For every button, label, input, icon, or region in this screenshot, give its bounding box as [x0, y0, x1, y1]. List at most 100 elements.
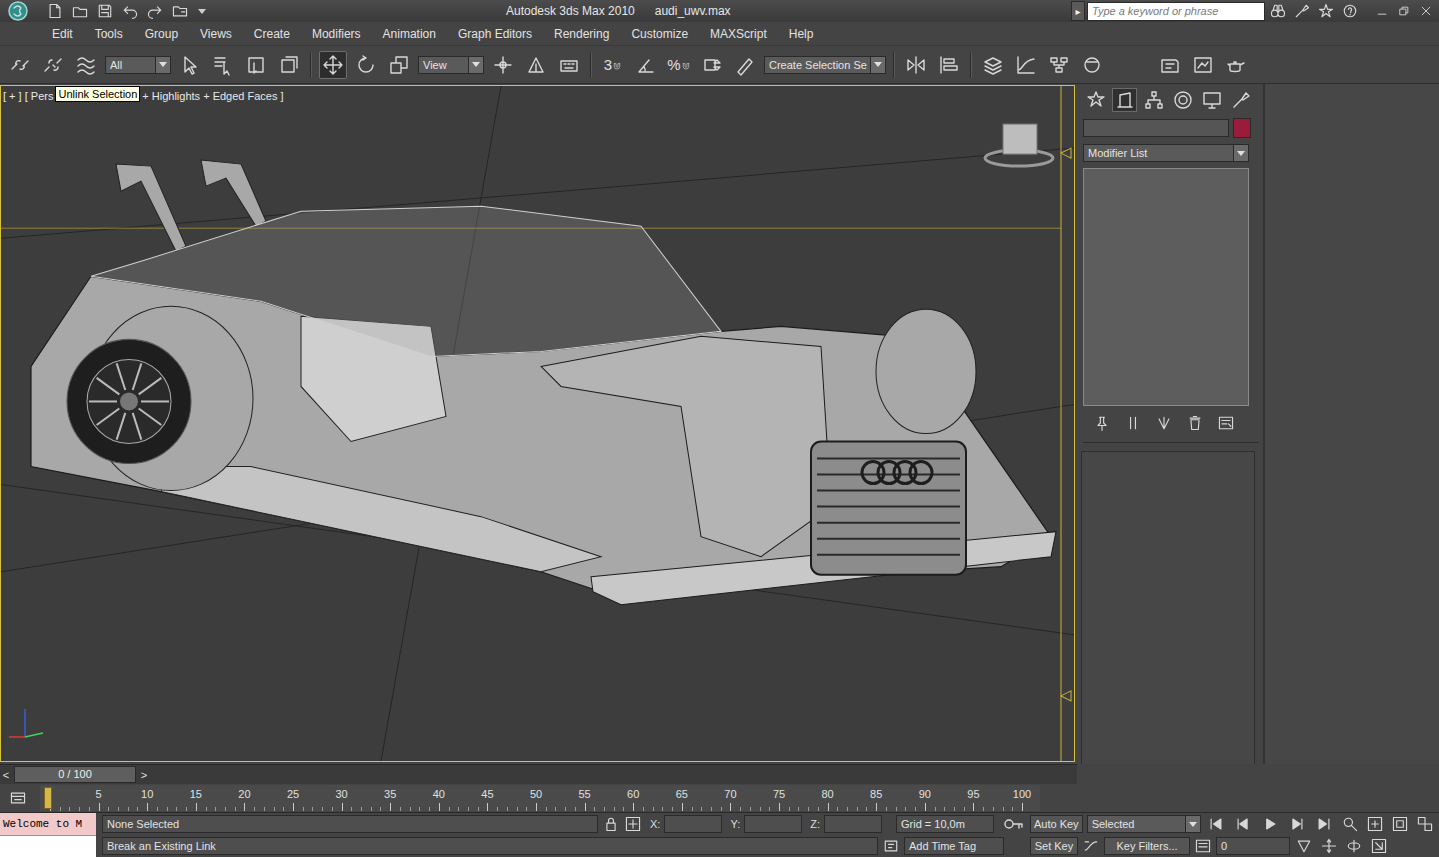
- snap-toggle-button[interactable]: 3: [599, 51, 627, 79]
- go-end-button[interactable]: [1313, 814, 1336, 834]
- next-frame-button[interactable]: >: [138, 769, 150, 781]
- time-slider-thumb[interactable]: <0 / 100>: [0, 766, 150, 783]
- pivot-button[interactable]: [489, 51, 517, 79]
- configure-button[interactable]: [1215, 413, 1237, 433]
- object-color-swatch[interactable]: [1233, 118, 1251, 138]
- current-frame-marker[interactable]: [44, 787, 52, 809]
- redo-button[interactable]: [144, 1, 166, 21]
- menu-item[interactable]: Views: [200, 27, 232, 41]
- bind-button[interactable]: [72, 51, 100, 79]
- undo-button[interactable]: [119, 1, 141, 21]
- frame-ruler[interactable]: 5101520253035404550556065707580859095100: [40, 785, 1040, 811]
- next-frame-button[interactable]: [1286, 814, 1309, 834]
- set-key-button[interactable]: Set Key: [1030, 837, 1078, 855]
- window-crossing-button[interactable]: [275, 51, 303, 79]
- menu-item[interactable]: Animation: [383, 27, 436, 41]
- viewcube-icon[interactable]: [985, 124, 1053, 166]
- show-end-result-button[interactable]: [1122, 413, 1144, 433]
- menu-item[interactable]: Rendering: [554, 27, 609, 41]
- named-selection-dropdown[interactable]: Create Selection Se: [764, 56, 886, 74]
- y-coordinate-field[interactable]: [744, 815, 802, 833]
- key-icon[interactable]: [1002, 813, 1024, 835]
- angle-snap-button[interactable]: [632, 51, 660, 79]
- search-field[interactable]: [1087, 2, 1265, 21]
- project-button[interactable]: [169, 1, 191, 21]
- rect-region-button[interactable]: [242, 51, 270, 79]
- trackbar-toggle-button[interactable]: [6, 787, 30, 809]
- app-logo-icon[interactable]: [0, 0, 36, 22]
- menu-item[interactable]: Create: [254, 27, 290, 41]
- schematic-button[interactable]: [1045, 51, 1073, 79]
- pan-button[interactable]: [1319, 836, 1340, 856]
- binoculars-button[interactable]: [1267, 1, 1289, 21]
- menu-item[interactable]: Customize: [631, 27, 688, 41]
- select-button[interactable]: [176, 51, 204, 79]
- move-button[interactable]: [319, 51, 347, 79]
- go-start-button[interactable]: [1205, 814, 1228, 834]
- add-time-tag-field[interactable]: Add Time Tag: [904, 837, 1004, 855]
- field-of-view-button[interactable]: [1294, 836, 1315, 856]
- time-slider[interactable]: <0 / 100>: [0, 764, 1077, 784]
- hierarchy-tab[interactable]: [1141, 88, 1166, 112]
- orbit-button[interactable]: [1344, 836, 1365, 856]
- time-tag-icon[interactable]: [882, 837, 900, 855]
- maxscript-listener[interactable]: Welcome to M: [0, 813, 96, 857]
- link-button[interactable]: [6, 51, 34, 79]
- edit-named-button[interactable]: [731, 51, 759, 79]
- curve-editor-button[interactable]: [1012, 51, 1040, 79]
- search-expand-button[interactable]: ▸: [1071, 1, 1085, 21]
- x-coordinate-field[interactable]: [664, 815, 722, 833]
- listener-input[interactable]: [0, 835, 96, 857]
- open-button[interactable]: [69, 1, 91, 21]
- car-model-scene[interactable]: [1, 86, 1074, 761]
- selection-filter-dropdown[interactable]: All: [105, 56, 171, 74]
- time-config-icon[interactable]: [1194, 837, 1212, 855]
- qat-dropdown-icon[interactable]: [198, 9, 206, 14]
- z-coordinate-field[interactable]: [824, 815, 882, 833]
- lock-icon[interactable]: [602, 815, 620, 833]
- key-filter-icon[interactable]: [1082, 837, 1100, 855]
- select-by-name-button[interactable]: [209, 51, 237, 79]
- prev-frame-button[interactable]: [1232, 814, 1255, 834]
- key-filters-button[interactable]: Key Filters...: [1104, 837, 1190, 855]
- material-editor-button[interactable]: [1078, 51, 1106, 79]
- new-button[interactable]: [44, 1, 66, 21]
- star-button[interactable]: [1315, 1, 1337, 21]
- make-unique-button[interactable]: [1153, 413, 1175, 433]
- rotate-button[interactable]: [352, 51, 380, 79]
- render-setup-button[interactable]: [1156, 51, 1184, 79]
- close-button[interactable]: [1415, 1, 1437, 21]
- rendered-frame-button[interactable]: [1189, 51, 1217, 79]
- pin-button[interactable]: [1091, 413, 1113, 433]
- zoom-extents-all-button[interactable]: [1415, 814, 1436, 834]
- restore-button[interactable]: [1393, 1, 1415, 21]
- keyboard-button[interactable]: [555, 51, 583, 79]
- menu-item[interactable]: Edit: [52, 27, 73, 41]
- create-tab[interactable]: [1083, 88, 1108, 112]
- maximize-viewport-button[interactable]: [1369, 836, 1390, 856]
- modifier-stack[interactable]: [1083, 168, 1249, 406]
- scale-button[interactable]: [385, 51, 413, 79]
- manipulate-button[interactable]: [522, 51, 550, 79]
- remove-modifier-button[interactable]: [1184, 413, 1206, 433]
- render-button[interactable]: [1222, 51, 1250, 79]
- align-button[interactable]: [935, 51, 963, 79]
- zoom-all-button[interactable]: [1365, 814, 1386, 834]
- perspective-viewport[interactable]: [ + ] [ PersUnlink Selection+ Highlights…: [0, 85, 1075, 762]
- minimize-button[interactable]: [1371, 1, 1393, 21]
- menu-item[interactable]: Tools: [95, 27, 123, 41]
- modify-tab[interactable]: [1112, 88, 1137, 112]
- tools-button[interactable]: [1291, 1, 1313, 21]
- menu-item[interactable]: Graph Editors: [458, 27, 532, 41]
- menu-item[interactable]: Help: [789, 27, 814, 41]
- key-mode-dropdown[interactable]: Selected: [1087, 815, 1201, 833]
- current-frame-field[interactable]: [1216, 837, 1290, 855]
- auto-key-button[interactable]: Auto Key: [1030, 815, 1083, 833]
- viewport-shading-label[interactable]: + Highlights + Edged Faces ]: [142, 89, 283, 103]
- menu-item[interactable]: Group: [145, 27, 178, 41]
- utilities-tab[interactable]: [1228, 88, 1253, 112]
- menu-item[interactable]: Modifiers: [312, 27, 361, 41]
- motion-tab[interactable]: [1170, 88, 1195, 112]
- spinner-snap-button[interactable]: [698, 51, 726, 79]
- zoom-extents-button[interactable]: [1390, 814, 1411, 834]
